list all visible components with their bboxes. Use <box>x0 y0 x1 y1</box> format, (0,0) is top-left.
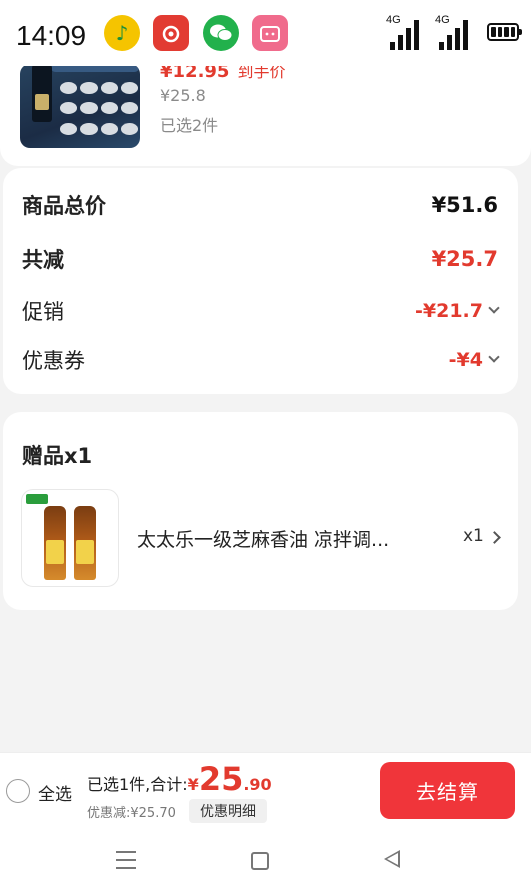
signal-icon: 4G <box>435 14 475 50</box>
checkout-bar: 全选 已选1件,合计: ¥ 25 .90 优惠减:¥25.70 优惠明细 去结算 <box>0 752 531 828</box>
navigation-bar <box>0 828 531 894</box>
coupon-value: -¥4 <box>449 349 500 371</box>
qq-music-icon: ♪ <box>104 15 140 51</box>
promotion-label: 促销 <box>22 300 64 324</box>
discount-text: 优惠减:¥25.70 <box>87 806 176 821</box>
product-original-price: ¥25.8 <box>160 86 206 105</box>
summary-prefix: 已选1件,合计: <box>87 775 188 794</box>
netease-music-icon <box>153 15 189 51</box>
status-time: 14:09 <box>16 20 87 51</box>
total-reduce-row: 共减 ¥25.7 <box>22 244 498 274</box>
chevron-right-icon[interactable] <box>488 531 501 544</box>
checkout-button[interactable]: 去结算 <box>380 762 515 819</box>
currency-symbol: ¥ <box>187 775 199 794</box>
total-price-value: ¥51.6 <box>431 193 498 217</box>
gift-quantity: x1 <box>463 526 484 546</box>
menu-icon[interactable] <box>116 851 136 869</box>
promotion-row[interactable]: 促销 -¥21.7 <box>22 296 500 326</box>
gift-name[interactable]: 太太乐一级芝麻香油 凉拌调... <box>137 525 389 552</box>
gift-card: 赠品x1 太太乐一级芝麻香油 凉拌调... x1 <box>3 412 518 610</box>
select-all-radio[interactable] <box>6 779 30 803</box>
price-summary-card: 商品总价 ¥51.6 共减 ¥25.7 促销 -¥21.7 优惠券 -¥4 <box>3 168 518 394</box>
chevron-down-icon <box>488 351 500 363</box>
total-reduce-value: ¥25.7 <box>431 247 498 271</box>
total-price-row: 商品总价 ¥51.6 <box>22 190 498 220</box>
gift-title: 赠品x1 <box>22 444 93 468</box>
product-selected-count: 已选2件 <box>160 116 219 135</box>
wechat-icon <box>203 15 239 51</box>
total-price-label: 商品总价 <box>22 194 106 218</box>
signal-icon: 4G <box>386 14 426 50</box>
select-all-label[interactable]: 全选 <box>38 780 72 805</box>
promotion-value: -¥21.7 <box>415 300 500 322</box>
home-icon[interactable] <box>251 852 269 870</box>
back-icon[interactable] <box>384 850 400 868</box>
amount-integer: 25 <box>198 760 244 798</box>
coupon-row[interactable]: 优惠券 -¥4 <box>22 345 500 375</box>
status-bar: 14:09 ♪ 4G 4G <box>0 0 531 66</box>
amount-decimal: .90 <box>243 775 272 794</box>
gift-image[interactable] <box>21 489 119 587</box>
chevron-down-icon <box>488 302 500 314</box>
product-item[interactable]: ¥12.95 到手价 ¥25.8 已选2件 <box>0 61 531 166</box>
product-image[interactable] <box>20 64 140 148</box>
total-reduce-label: 共减 <box>22 248 64 272</box>
total-summary: 已选1件,合计: ¥ 25 .90 <box>87 763 272 795</box>
battery-icon <box>487 23 522 41</box>
coupon-label: 优惠券 <box>22 349 85 373</box>
discount-detail-button[interactable]: 优惠明细 <box>189 799 267 823</box>
bilibili-icon <box>252 15 288 51</box>
